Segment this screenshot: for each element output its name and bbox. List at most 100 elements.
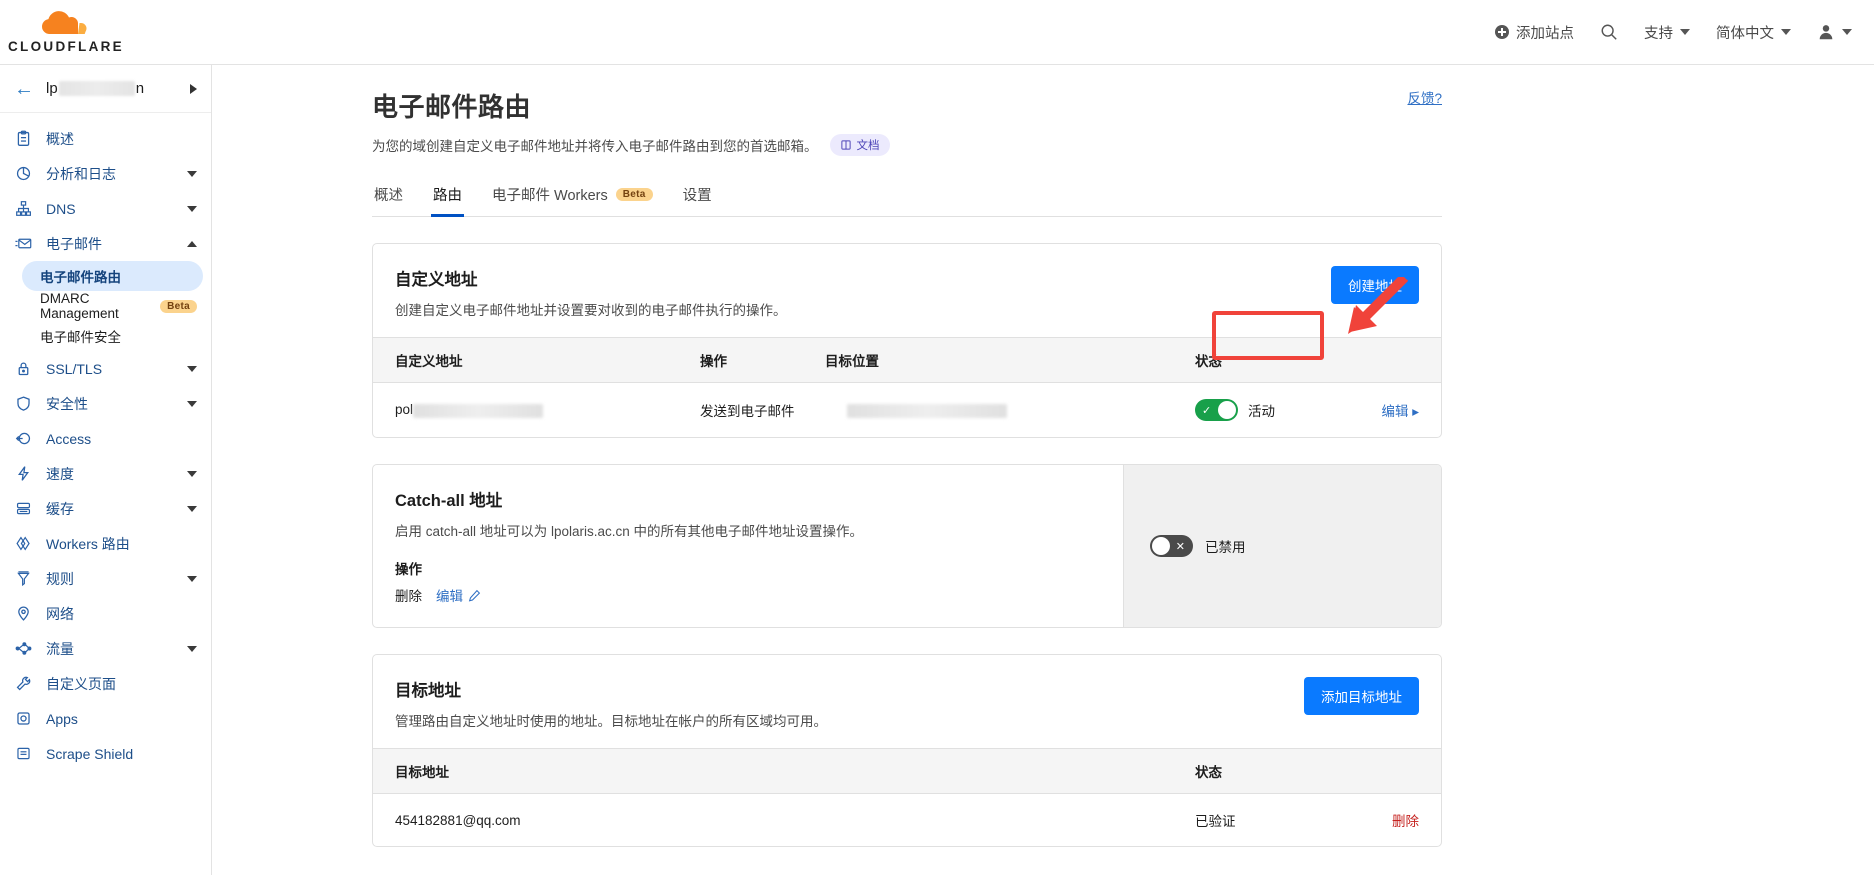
user-menu[interactable]	[1817, 23, 1852, 41]
sidebar-item-network[interactable]: 网络	[0, 596, 211, 631]
sidebar-subitem-email-security[interactable]: 电子邮件安全	[0, 321, 211, 351]
sidebar-item-dns[interactable]: DNS	[0, 191, 211, 226]
wrench-icon	[14, 675, 32, 693]
sidebar-item-custom-pages[interactable]: 自定义页面	[0, 666, 211, 701]
catch-all-card: Catch-all 地址 启用 catch-all 地址可以为 lpolaris…	[372, 464, 1442, 628]
sidebar-item-cache[interactable]: 缓存	[0, 491, 211, 526]
status-label: 活动	[1248, 400, 1275, 420]
page-subtitle: 为您的域创建自定义电子邮件地址并将传入电子邮件路由到您的首选邮箱。	[372, 135, 818, 155]
sidebar-item-label: 流量	[46, 639, 173, 659]
sidebar-item-ssl-tls[interactable]: SSL/TLS	[0, 351, 211, 386]
cloudflare-logo[interactable]: CLOUDFLARE	[8, 10, 124, 54]
pie-chart-icon	[14, 165, 32, 183]
documentation-badge[interactable]: 文档	[830, 134, 890, 156]
destination-addresses-desc: 管理路由自定义地址时使用的地址。目标地址在帐户的所有区域均可用。	[395, 710, 1304, 730]
search-icon	[1600, 23, 1618, 41]
sidebar-item-analytics[interactable]: 分析和日志	[0, 156, 211, 191]
language-menu[interactable]: 简体中文	[1716, 22, 1791, 43]
sidebar: ← lpn 概述 分析和日志 DNS	[0, 65, 212, 875]
sidebar-subitem-dmarc-management[interactable]: DMARC Management Beta	[0, 291, 211, 321]
language-label: 简体中文	[1716, 22, 1774, 43]
tab-email-workers[interactable]: 电子邮件 Workers Beta	[490, 178, 655, 217]
sidebar-subitem-label: 电子邮件安全	[40, 326, 121, 346]
sidebar-item-label: 网络	[46, 604, 197, 624]
sidebar-item-email[interactable]: 电子邮件	[0, 226, 211, 261]
table-header-row: 自定义地址 操作 目标位置 状态	[373, 338, 1441, 383]
sidebar-item-rules[interactable]: 规则	[0, 561, 211, 596]
sidebar-subitem-label: DMARC Management	[40, 291, 152, 321]
chevron-down-icon	[1680, 29, 1690, 35]
search-button[interactable]	[1600, 23, 1618, 41]
cell-status: ✓ 活动	[1173, 383, 1322, 438]
sidebar-item-label: Apps	[46, 711, 197, 727]
toggle-knob	[1218, 401, 1236, 419]
sidebar-item-label: Scrape Shield	[46, 746, 197, 762]
custom-address-redacted	[413, 404, 543, 418]
column-header-destination-status: 状态	[1173, 749, 1298, 794]
catch-all-info: Catch-all 地址 启用 catch-all 地址可以为 lpolaris…	[373, 465, 1123, 627]
back-arrow-icon[interactable]: ←	[14, 79, 34, 99]
pin-icon	[14, 605, 32, 623]
tab-overview[interactable]: 概述	[372, 178, 405, 217]
sidebar-item-label: Access	[46, 431, 197, 447]
chevron-down-icon	[1781, 29, 1791, 35]
destination-addresses-table: 目标地址 状态 454182881@qq.com 已验证 删除	[373, 748, 1441, 846]
catch-all-operation-label: 操作	[395, 558, 1101, 578]
column-header-destination-address: 目标地址	[373, 749, 1173, 794]
cell-destination	[803, 383, 1173, 438]
add-site-button[interactable]: 添加站点	[1495, 22, 1574, 43]
top-header: CLOUDFLARE 添加站点 支持 简体中文	[0, 0, 1874, 65]
tab-routes[interactable]: 路由	[431, 178, 464, 217]
tab-settings[interactable]: 设置	[681, 178, 714, 217]
sidebar-item-access[interactable]: Access	[0, 421, 211, 456]
sidebar-item-workers-routes[interactable]: Workers 路由	[0, 526, 211, 561]
destination-addresses-header: 目标地址 管理路由自定义地址时使用的地址。目标地址在帐户的所有区域均可用。 添加…	[373, 655, 1441, 748]
chevron-down-icon	[187, 401, 197, 407]
sidebar-item-scrape-shield[interactable]: Scrape Shield	[0, 736, 211, 771]
zone-name-prefix: lp	[46, 80, 58, 97]
cell-destination-address: 454182881@qq.com	[373, 794, 1173, 847]
table-header-row: 目标地址 状态	[373, 749, 1441, 794]
lock-icon	[14, 360, 32, 378]
chevron-down-icon	[187, 576, 197, 582]
add-destination-address-button[interactable]: 添加目标地址	[1304, 677, 1419, 715]
envelope-icon	[14, 235, 32, 253]
edit-address-link[interactable]: 编辑 ▸	[1381, 404, 1419, 419]
sidebar-item-label: 安全性	[46, 394, 173, 414]
user-avatar-icon	[1817, 23, 1835, 41]
delete-destination-link[interactable]: 删除	[1392, 814, 1419, 829]
book-icon	[840, 139, 852, 151]
create-address-button[interactable]: 创建地址	[1331, 266, 1419, 304]
sidebar-item-label: 速度	[46, 464, 173, 484]
sidebar-item-traffic[interactable]: 流量	[0, 631, 211, 666]
sidebar-subitem-email-routing[interactable]: 电子邮件路由	[22, 261, 203, 291]
workers-icon	[14, 535, 32, 553]
cell-edit: 编辑 ▸	[1322, 383, 1441, 438]
catch-all-edit-label: 编辑	[436, 585, 463, 605]
database-icon	[14, 500, 32, 518]
catch-all-edit-link[interactable]: 编辑	[436, 585, 481, 605]
page-subtitle-row: 为您的域创建自定义电子邮件地址并将传入电子邮件路由到您的首选邮箱。 文档	[372, 134, 1442, 156]
cell-action: 发送到电子邮件	[678, 383, 803, 438]
sidebar-item-overview[interactable]: 概述	[0, 121, 211, 156]
tab-label: 设置	[683, 184, 712, 205]
zone-selector[interactable]: ← lpn	[0, 65, 211, 113]
address-enabled-toggle[interactable]: ✓	[1195, 399, 1238, 421]
sidebar-item-label: DNS	[46, 201, 173, 217]
shield-icon	[14, 395, 32, 413]
tab-bar: 概述 路由 电子邮件 Workers Beta 设置	[372, 178, 1442, 217]
sidebar-item-speed[interactable]: 速度	[0, 456, 211, 491]
cross-icon: ✕	[1176, 540, 1185, 553]
main-content: 反馈? 电子邮件路由 为您的域创建自定义电子邮件地址并将传入电子邮件路由到您的首…	[212, 65, 1874, 875]
support-menu[interactable]: 支持	[1644, 22, 1690, 43]
cell-custom-address: pol	[373, 383, 678, 438]
catch-all-status-label: 已禁用	[1205, 536, 1246, 556]
catch-all-toggle[interactable]: ✕	[1150, 535, 1193, 557]
sidebar-item-apps[interactable]: Apps	[0, 701, 211, 736]
catch-all-operation-value: 删除	[395, 585, 422, 605]
feedback-link[interactable]: 反馈?	[1407, 87, 1442, 107]
sidebar-item-label: 电子邮件	[46, 234, 173, 254]
chevron-down-icon	[187, 471, 197, 477]
sidebar-item-security[interactable]: 安全性	[0, 386, 211, 421]
destination-addresses-title: 目标地址	[395, 677, 1304, 701]
